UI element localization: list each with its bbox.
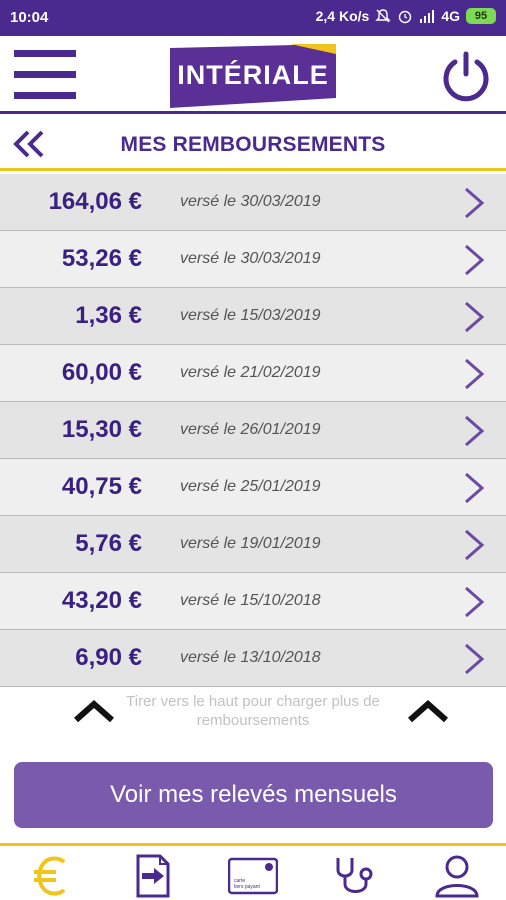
payment-date: versé le 25/01/2019 <box>180 478 321 495</box>
chevron-right-icon <box>465 643 485 675</box>
logo: INTÉRIALE <box>170 44 336 108</box>
power-icon[interactable] <box>440 50 492 102</box>
logo-text: INTÉRIALE <box>177 60 329 90</box>
payment-date: versé le 15/03/2019 <box>180 307 321 324</box>
page-title: MES REMBOURSEMENTS <box>120 133 386 156</box>
payment-row[interactable]: 6,90 € versé le 13/10/2018 <box>0 630 506 687</box>
chevron-right-icon <box>465 586 485 618</box>
payment-row[interactable]: 53,26 € versé le 30/03/2019 <box>0 231 506 288</box>
payment-row[interactable]: 164,06 € versé le 30/03/2019 <box>0 174 506 231</box>
status-icons: 2,4 Ko/s 4G 95 <box>316 8 496 24</box>
battery-icon: 95 <box>466 8 496 24</box>
signal-icon <box>420 10 435 23</box>
payment-row[interactable]: 43,20 € versé le 15/10/2018 <box>0 573 506 630</box>
network-speed: 2,4 Ko/s <box>315 8 370 24</box>
network-type: 4G <box>441 8 460 24</box>
profile-icon[interactable] <box>432 854 482 898</box>
menu-bar <box>14 92 76 99</box>
payment-amount: 53,26 € <box>61 245 142 272</box>
chevron-right-icon <box>465 529 485 561</box>
payment-date: versé le 15/10/2018 <box>180 592 321 609</box>
status-bar: 10:04 2,4 Ko/s 4G 95 <box>0 0 506 36</box>
payment-amount: 43,20 € <box>61 587 142 614</box>
payment-amount: 164,06 € <box>48 188 142 215</box>
card-icon[interactable]: carte tiers payant <box>228 854 278 898</box>
payment-list: 164,06 € versé le 30/03/2019 53,26 € ver… <box>0 174 506 687</box>
chevron-right-icon <box>465 301 485 333</box>
menu-bar <box>14 71 76 78</box>
payment-row[interactable]: 1,36 € versé le 15/03/2019 <box>0 288 506 345</box>
load-more-text: Tirer vers le haut pour charger plus de … <box>126 693 380 729</box>
chevron-right-icon <box>465 244 485 276</box>
payment-date: versé le 26/01/2019 <box>180 421 321 438</box>
payment-date: versé le 30/03/2019 <box>180 250 321 267</box>
bottom-nav: carte tiers payant <box>0 843 506 900</box>
payment-row[interactable]: 40,75 € versé le 25/01/2019 <box>0 459 506 516</box>
monthly-statements-button[interactable]: Voir mes relevés mensuels <box>14 762 493 828</box>
payment-amount: 40,75 € <box>61 473 142 500</box>
chevron-up-icon <box>74 699 114 723</box>
payment-date: versé le 13/10/2018 <box>180 649 321 666</box>
chevron-right-icon <box>465 415 485 447</box>
alarm-icon <box>399 10 412 24</box>
status-time: 10:04 <box>10 9 49 26</box>
chevron-right-icon <box>465 358 485 390</box>
menu-bar <box>14 50 76 57</box>
chevron-right-icon <box>465 187 485 219</box>
menu-button[interactable] <box>14 50 76 100</box>
payment-amount: 1,36 € <box>75 302 142 329</box>
payment-amount: 60,00 € <box>61 359 142 386</box>
payment-row[interactable]: 5,76 € versé le 19/01/2019 <box>0 516 506 573</box>
payment-amount: 6,90 € <box>75 644 142 671</box>
payment-amount: 15,30 € <box>61 416 142 443</box>
payment-date: versé le 30/03/2019 <box>180 193 321 210</box>
payment-row[interactable]: 60,00 € versé le 21/02/2019 <box>0 345 506 402</box>
title-bar: MES REMBOURSEMENTS <box>0 117 506 171</box>
card-text-2: tiers payant <box>234 884 260 890</box>
payment-amount: 5,76 € <box>75 530 142 557</box>
euro-icon[interactable] <box>28 854 78 898</box>
load-more-hint: Tirer vers le haut pour charger plus de … <box>0 686 506 746</box>
chevron-up-icon <box>408 699 448 723</box>
payment-row[interactable]: 15,30 € versé le 26/01/2019 <box>0 402 506 459</box>
payment-date: versé le 21/02/2019 <box>180 364 321 381</box>
payment-date: versé le 19/01/2019 <box>180 535 321 552</box>
chevron-right-icon <box>465 472 485 504</box>
app-header: INTÉRIALE <box>0 36 506 114</box>
document-arrow-icon[interactable] <box>128 854 178 898</box>
mute-bell-icon <box>375 9 392 23</box>
stethoscope-icon[interactable] <box>330 854 380 898</box>
